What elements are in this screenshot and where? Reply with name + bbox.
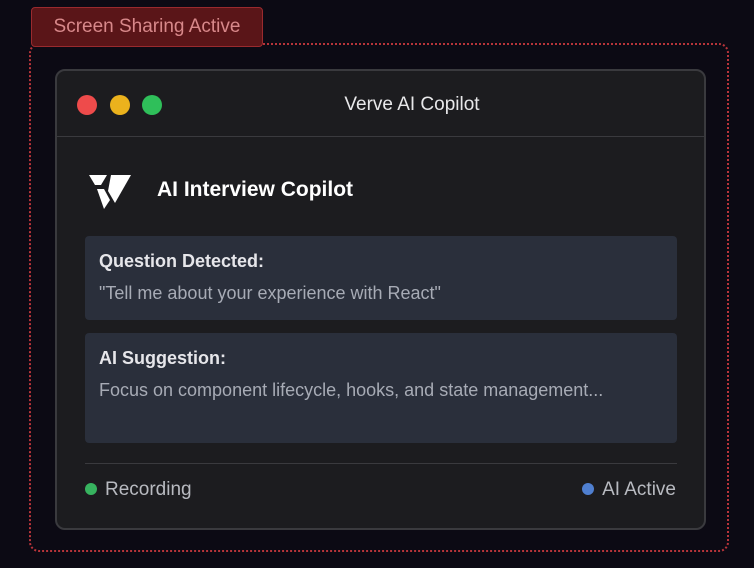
suggestion-text: Focus on component lifecycle, hooks, and… bbox=[99, 380, 604, 400]
ai-suggestion-card: AI Suggestion: Focus on component lifecy… bbox=[85, 333, 677, 443]
screen-sharing-badge: Screen Sharing Active bbox=[31, 7, 263, 47]
question-text: "Tell me about your experience with Reac… bbox=[99, 283, 441, 303]
maximize-window-button[interactable] bbox=[142, 95, 162, 115]
question-label: Question Detected: bbox=[99, 251, 265, 271]
minimize-window-button[interactable] bbox=[110, 95, 130, 115]
recording-status: Recording bbox=[85, 477, 192, 503]
verve-logo-icon bbox=[89, 175, 131, 209]
recording-label: Recording bbox=[105, 479, 192, 500]
suggestion-label: AI Suggestion: bbox=[99, 348, 226, 368]
close-window-button[interactable] bbox=[77, 95, 97, 115]
ai-active-indicator-icon bbox=[582, 483, 595, 495]
recording-indicator-icon bbox=[85, 483, 97, 495]
window-title: Verve AI Copilot bbox=[344, 94, 480, 115]
copilot-window: Verve AI Copilot AI Interview Copilot Qu… bbox=[55, 69, 706, 530]
ai-active-label: AI Active bbox=[602, 479, 676, 500]
question-detected-card: Question Detected: "Tell me about your e… bbox=[85, 236, 677, 320]
status-divider bbox=[85, 463, 677, 464]
app-title: AI Interview Copilot bbox=[157, 178, 354, 201]
window-titlebar[interactable]: Verve AI Copilot bbox=[57, 71, 704, 137]
ai-active-status: AI Active bbox=[582, 477, 676, 503]
